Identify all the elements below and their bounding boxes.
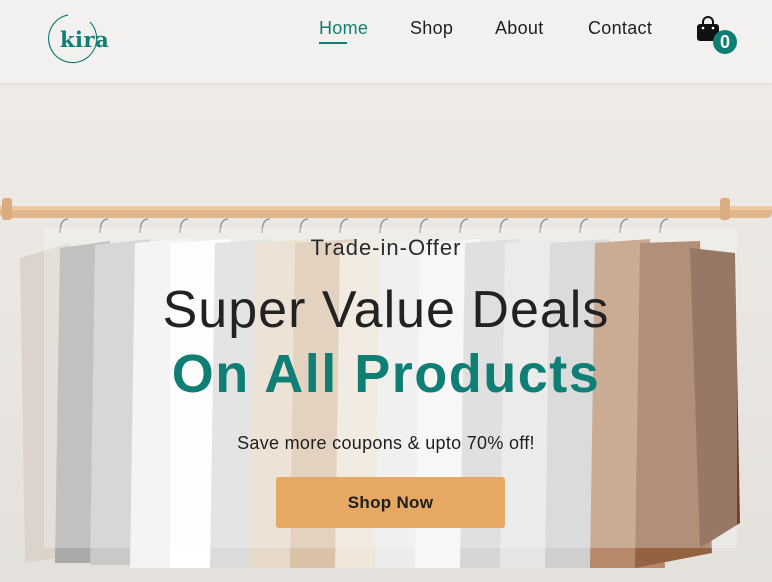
nav-shop[interactable]: Shop (410, 18, 453, 39)
active-nav-indicator (319, 42, 347, 44)
hero-eyebrow: Trade-in-Offer (310, 235, 462, 260)
hero-headline: Super Value Deals (162, 281, 610, 339)
brand-logo[interactable]: kira (42, 12, 110, 64)
shop-now-button[interactable]: Shop Now (276, 477, 505, 528)
nav-home[interactable]: Home (319, 18, 368, 39)
logo-text: kira (60, 27, 110, 52)
site-header: kira Home Shop About Contact 0 (0, 0, 772, 83)
cart-count-badge: 0 (713, 30, 737, 54)
hero-subtext: Save more coupons & upto 70% off! (237, 433, 535, 453)
cart-button[interactable]: 0 (694, 16, 740, 56)
nav-contact[interactable]: Contact (588, 18, 652, 39)
nav-about[interactable]: About (495, 18, 544, 39)
hero-headline-accent: On All Products (171, 344, 601, 404)
